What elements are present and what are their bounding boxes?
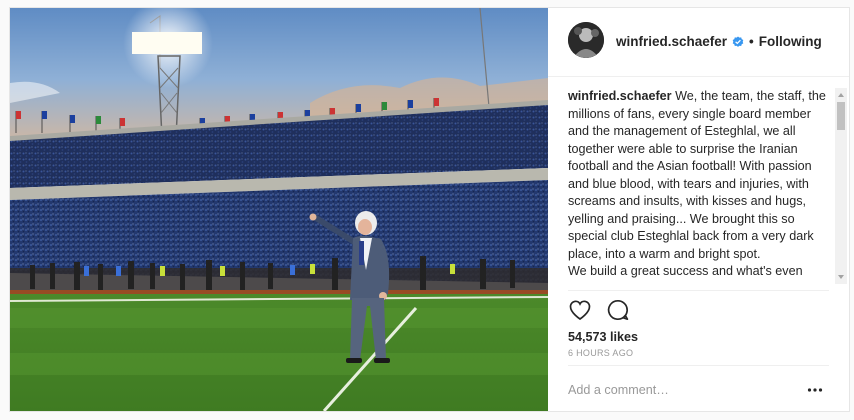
divider — [568, 290, 829, 291]
separator-dot: • — [749, 34, 754, 49]
username-link[interactable]: winfried.schaefer — [616, 34, 727, 49]
stadium-photo-image — [10, 8, 548, 411]
avatar-image — [568, 22, 604, 58]
post-photo[interactable] — [10, 8, 548, 411]
caption-text: We, the team, the staff, the millions of… — [568, 89, 826, 261]
more-options-icon[interactable] — [807, 386, 823, 394]
scroll-up-arrow-icon[interactable] — [837, 91, 845, 99]
comment-bubble-icon[interactable] — [606, 298, 630, 322]
divider — [568, 365, 829, 366]
scroll-down-arrow-icon[interactable] — [837, 273, 845, 281]
post-sidebar: winfried.schaefer • Following winfried.s… — [548, 8, 849, 411]
heart-icon[interactable] — [568, 298, 592, 322]
following-button[interactable]: Following — [759, 34, 822, 49]
add-comment-input[interactable] — [568, 380, 758, 400]
instagram-post: winfried.schaefer • Following winfried.s… — [9, 7, 850, 412]
scrollbar-thumb[interactable] — [837, 102, 845, 130]
likes-count[interactable]: 54,573 likes — [568, 330, 638, 344]
post-header: winfried.schaefer • Following — [548, 8, 849, 77]
caption-username-link[interactable]: winfried.schaefer — [568, 89, 672, 103]
verified-badge-icon — [732, 36, 744, 48]
avatar[interactable] — [568, 22, 604, 58]
post-timestamp[interactable]: 6 HOURS AGO — [568, 348, 633, 358]
caption-scroll-area[interactable]: winfried.schaefer We, the team, the staf… — [568, 88, 826, 284]
header-text: winfried.schaefer • Following — [616, 34, 822, 49]
post-actions — [568, 298, 630, 322]
caption-paragraph: winfried.schaefer We, the team, the staf… — [568, 88, 826, 263]
caption-paragraph-2: We build a great success and what's even — [568, 264, 803, 278]
caption-scrollbar[interactable] — [835, 88, 847, 284]
